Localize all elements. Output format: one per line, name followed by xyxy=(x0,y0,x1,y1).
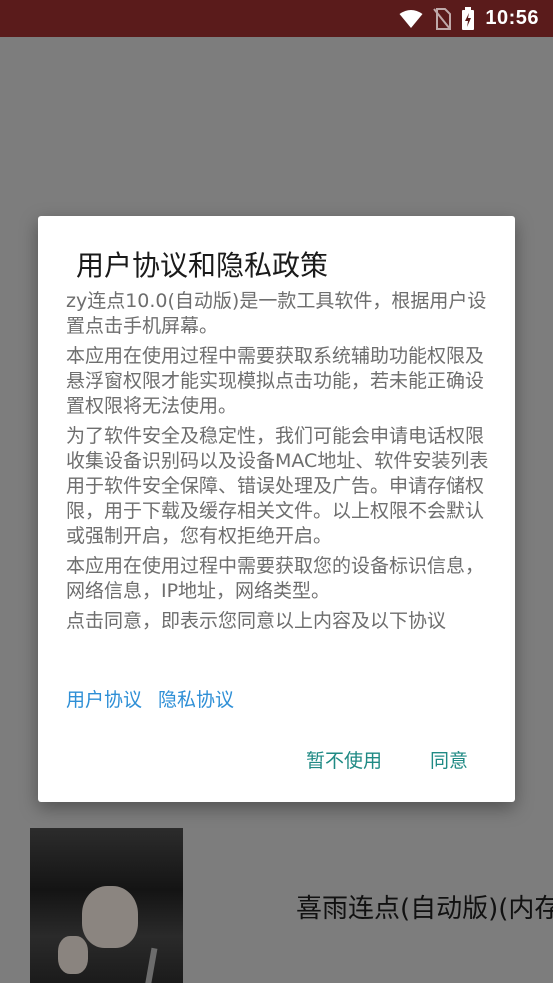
dialog-paragraph: 本应用在使用过程中需要获取您的设备标识信息，网络信息，IP地址，网络类型。 xyxy=(66,555,485,602)
user-agreement-link[interactable]: 用户协议 xyxy=(66,685,142,712)
agreement-links: 用户协议 隐私协议 xyxy=(66,685,234,712)
dialog-paragraph: zy连点10.0(自动版)是一款工具软件，根据用户设置点击手机屏幕。 xyxy=(66,290,487,337)
dialog-body: zy连点10.0(自动版)是一款工具软件，根据用户设置点击手机屏幕。 本应用在使… xyxy=(66,289,491,639)
dialog-paragraph: 点击同意，即表示您同意以上内容及以下协议 xyxy=(66,610,447,632)
dialog-paragraph: 本应用在使用过程中需要获取系统辅助功能权限及悬浮窗权限才能实现模拟点击功能，若未… xyxy=(66,345,485,417)
app-title: 喜雨连点(自动版)(内存 xyxy=(296,894,553,924)
dialog-paragraph: 为了软件安全及稳定性，我们可能会申请电话权限收集设备识别码以及设备MAC地址、软… xyxy=(66,425,489,547)
decline-button[interactable]: 暂不使用 xyxy=(306,746,382,773)
clock: 10:56 xyxy=(485,7,539,29)
status-bar: 10:56 xyxy=(0,0,553,37)
dialog-actions: 暂不使用 同意 xyxy=(306,746,468,773)
privacy-agreement-link[interactable]: 隐私协议 xyxy=(158,685,234,712)
dialog-title: 用户协议和隐私政策 xyxy=(76,249,329,282)
privacy-dialog: 用户协议和隐私政策 zy连点10.0(自动版)是一款工具软件，根据用户设置点击手… xyxy=(38,216,515,802)
avatar xyxy=(30,828,183,983)
wifi-icon xyxy=(399,9,423,28)
agree-button[interactable]: 同意 xyxy=(430,746,468,773)
battery-charging-icon xyxy=(462,6,475,30)
no-sim-icon xyxy=(433,7,452,30)
